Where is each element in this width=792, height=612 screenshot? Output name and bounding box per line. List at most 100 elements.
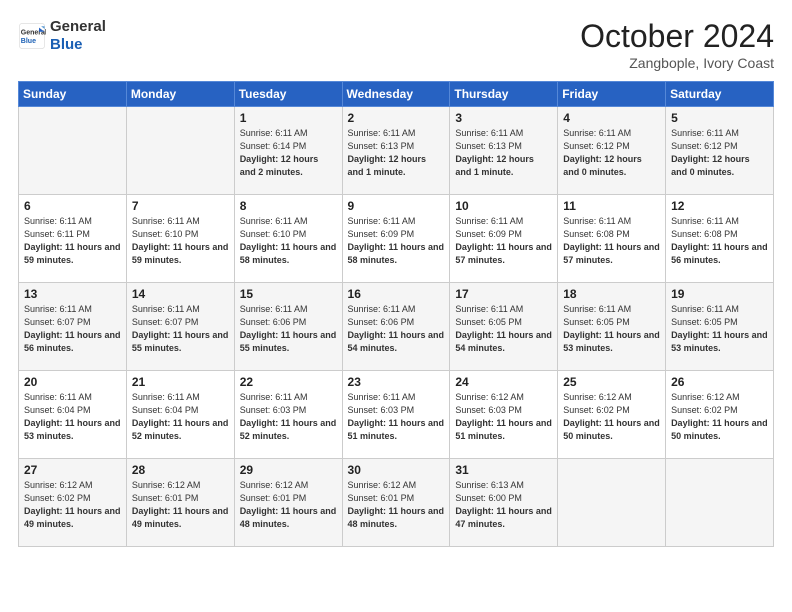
day-number: 15 xyxy=(240,287,337,301)
col-sunday: Sunday xyxy=(19,82,127,107)
day-number: 3 xyxy=(455,111,552,125)
calendar-cell: 19 Sunrise: 6:11 AMSunset: 6:05 PMDayligh… xyxy=(666,283,774,371)
day-info: Sunrise: 6:11 AMSunset: 6:04 PMDaylight:… xyxy=(24,391,121,443)
calendar-cell xyxy=(126,107,234,195)
day-number: 9 xyxy=(348,199,445,213)
calendar-header: General Blue General Blue October 2024 Z… xyxy=(18,18,774,71)
calendar-cell: 13Sunrise: 6:11 AMSunset: 6:07 PMDayligh… xyxy=(19,283,127,371)
calendar-cell: 22 Sunrise: 6:11 AMSunset: 6:03 PMDayligh… xyxy=(234,371,342,459)
calendar-cell: 27 Sunrise: 6:12 AMSunset: 6:02 PMDayligh… xyxy=(19,459,127,547)
day-info: Sunrise: 6:11 AMSunset: 6:12 PMDaylight:… xyxy=(563,127,660,179)
day-info: Sunrise: 6:12 AMSunset: 6:01 PMDaylight:… xyxy=(240,479,337,531)
calendar-cell: 2 Sunrise: 6:11 AMSunset: 6:13 PMDaylight… xyxy=(342,107,450,195)
col-wednesday: Wednesday xyxy=(342,82,450,107)
calendar-cell: 10Sunrise: 6:11 AMSunset: 6:09 PMDayligh… xyxy=(450,195,558,283)
day-number: 14 xyxy=(132,287,229,301)
logo: General Blue General Blue xyxy=(18,18,106,54)
day-info: Sunrise: 6:11 AMSunset: 6:03 PMDaylight:… xyxy=(240,391,337,443)
day-number: 27 xyxy=(24,463,121,477)
calendar-cell: 17 Sunrise: 6:11 AMSunset: 6:05 PMDayligh… xyxy=(450,283,558,371)
day-number: 18 xyxy=(563,287,660,301)
day-number: 22 xyxy=(240,375,337,389)
day-info: Sunrise: 6:12 AMSunset: 6:02 PMDaylight:… xyxy=(24,479,121,531)
location: Zangbople, Ivory Coast xyxy=(580,55,774,71)
day-number: 20 xyxy=(24,375,121,389)
calendar-cell: 29 Sunrise: 6:12 AMSunset: 6:01 PMDayligh… xyxy=(234,459,342,547)
calendar-cell xyxy=(19,107,127,195)
day-number: 19 xyxy=(671,287,768,301)
logo-text: General Blue xyxy=(50,18,106,54)
day-number: 25 xyxy=(563,375,660,389)
day-info: Sunrise: 6:11 AMSunset: 6:04 PMDaylight:… xyxy=(132,391,229,443)
col-monday: Monday xyxy=(126,82,234,107)
day-number: 10 xyxy=(455,199,552,213)
day-number: 31 xyxy=(455,463,552,477)
day-info: Sunrise: 6:12 AMSunset: 6:02 PMDaylight:… xyxy=(671,391,768,443)
col-saturday: Saturday xyxy=(666,82,774,107)
calendar-cell: 24 Sunrise: 6:12 AMSunset: 6:03 PMDayligh… xyxy=(450,371,558,459)
day-info: Sunrise: 6:11 AMSunset: 6:10 PMDaylight:… xyxy=(132,215,229,267)
calendar-cell: 5Sunrise: 6:11 AMSunset: 6:12 PMDaylight… xyxy=(666,107,774,195)
day-number: 6 xyxy=(24,199,121,213)
title-block: October 2024 Zangbople, Ivory Coast xyxy=(580,18,774,71)
day-number: 7 xyxy=(132,199,229,213)
day-info: Sunrise: 6:12 AMSunset: 6:03 PMDaylight:… xyxy=(455,391,552,443)
day-number: 1 xyxy=(240,111,337,125)
day-info: Sunrise: 6:11 AMSunset: 6:09 PMDaylight:… xyxy=(348,215,445,267)
day-info: Sunrise: 6:12 AMSunset: 6:01 PMDaylight:… xyxy=(348,479,445,531)
col-friday: Friday xyxy=(558,82,666,107)
day-number: 16 xyxy=(348,287,445,301)
day-number: 28 xyxy=(132,463,229,477)
calendar-cell: 9 Sunrise: 6:11 AMSunset: 6:09 PMDaylight… xyxy=(342,195,450,283)
day-info: Sunrise: 6:11 AMSunset: 6:03 PMDaylight:… xyxy=(348,391,445,443)
calendar-cell: 8Sunrise: 6:11 AMSunset: 6:10 PMDaylight… xyxy=(234,195,342,283)
calendar-cell: 12 Sunrise: 6:11 AMSunset: 6:08 PMDayligh… xyxy=(666,195,774,283)
day-number: 11 xyxy=(563,199,660,213)
calendar-cell: 30 Sunrise: 6:12 AMSunset: 6:01 PMDayligh… xyxy=(342,459,450,547)
day-info: Sunrise: 6:11 AMSunset: 6:07 PMDaylight:… xyxy=(132,303,229,355)
day-number: 17 xyxy=(455,287,552,301)
day-info: Sunrise: 6:12 AMSunset: 6:02 PMDaylight:… xyxy=(563,391,660,443)
day-info: Sunrise: 6:11 AMSunset: 6:07 PMDaylight:… xyxy=(24,303,121,355)
day-info: Sunrise: 6:11 AMSunset: 6:14 PMDaylight:… xyxy=(240,127,337,179)
calendar-cell: 28 Sunrise: 6:12 AMSunset: 6:01 PMDayligh… xyxy=(126,459,234,547)
day-info: Sunrise: 6:11 AMSunset: 6:05 PMDaylight:… xyxy=(563,303,660,355)
calendar-cell xyxy=(666,459,774,547)
day-number: 26 xyxy=(671,375,768,389)
day-info: Sunrise: 6:11 AMSunset: 6:13 PMDaylight:… xyxy=(348,127,445,179)
calendar-cell: 1 Sunrise: 6:11 AMSunset: 6:14 PMDaylight… xyxy=(234,107,342,195)
day-number: 2 xyxy=(348,111,445,125)
calendar-cell: 31 Sunrise: 6:13 AMSunset: 6:00 PMDayligh… xyxy=(450,459,558,547)
calendar-cell: 16 Sunrise: 6:11 AMSunset: 6:06 PMDayligh… xyxy=(342,283,450,371)
calendar-cell: 26 Sunrise: 6:12 AMSunset: 6:02 PMDayligh… xyxy=(666,371,774,459)
calendar-week-3: 13Sunrise: 6:11 AMSunset: 6:07 PMDayligh… xyxy=(19,283,774,371)
day-number: 23 xyxy=(348,375,445,389)
day-info: Sunrise: 6:11 AMSunset: 6:08 PMDaylight:… xyxy=(671,215,768,267)
calendar-header-row: Sunday Monday Tuesday Wednesday Thursday… xyxy=(19,82,774,107)
calendar-cell xyxy=(558,459,666,547)
day-number: 29 xyxy=(240,463,337,477)
day-info: Sunrise: 6:12 AMSunset: 6:01 PMDaylight:… xyxy=(132,479,229,531)
calendar-cell: 20 Sunrise: 6:11 AMSunset: 6:04 PMDayligh… xyxy=(19,371,127,459)
day-number: 5 xyxy=(671,111,768,125)
calendar-cell: 7 Sunrise: 6:11 AMSunset: 6:10 PMDaylight… xyxy=(126,195,234,283)
calendar-cell: 6Sunrise: 6:11 AMSunset: 6:11 PMDaylight… xyxy=(19,195,127,283)
day-info: Sunrise: 6:11 AMSunset: 6:10 PMDaylight:… xyxy=(240,215,337,267)
col-tuesday: Tuesday xyxy=(234,82,342,107)
calendar-table: Sunday Monday Tuesday Wednesday Thursday… xyxy=(18,81,774,547)
day-info: Sunrise: 6:11 AMSunset: 6:06 PMDaylight:… xyxy=(348,303,445,355)
day-info: Sunrise: 6:13 AMSunset: 6:00 PMDaylight:… xyxy=(455,479,552,531)
calendar-week-2: 6Sunrise: 6:11 AMSunset: 6:11 PMDaylight… xyxy=(19,195,774,283)
day-number: 4 xyxy=(563,111,660,125)
day-number: 24 xyxy=(455,375,552,389)
calendar-cell: 14 Sunrise: 6:11 AMSunset: 6:07 PMDayligh… xyxy=(126,283,234,371)
logo-icon: General Blue xyxy=(18,22,46,50)
svg-text:Blue: Blue xyxy=(21,38,36,45)
day-number: 30 xyxy=(348,463,445,477)
day-info: Sunrise: 6:11 AMSunset: 6:05 PMDaylight:… xyxy=(455,303,552,355)
day-number: 12 xyxy=(671,199,768,213)
calendar-cell: 11Sunrise: 6:11 AMSunset: 6:08 PMDayligh… xyxy=(558,195,666,283)
month-title: October 2024 xyxy=(580,18,774,55)
day-info: Sunrise: 6:11 AMSunset: 6:05 PMDaylight:… xyxy=(671,303,768,355)
calendar-cell: 18 Sunrise: 6:11 AMSunset: 6:05 PMDayligh… xyxy=(558,283,666,371)
